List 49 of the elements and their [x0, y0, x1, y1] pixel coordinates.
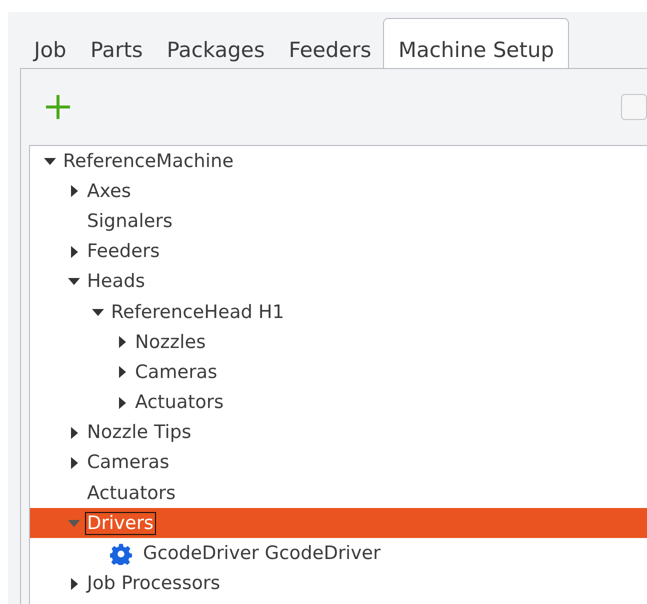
- tree-item-label: ReferenceHead H1: [110, 302, 286, 323]
- tree-row[interactable]: Feeders: [30, 236, 647, 267]
- tree-row[interactable]: Actuators: [30, 478, 647, 508]
- tree-item-label: Job Processors: [86, 573, 222, 594]
- tree-row[interactable]: Cameras: [30, 448, 647, 478]
- tree-row[interactable]: ReferenceHead H1: [30, 296, 647, 328]
- add-icon[interactable]: [45, 94, 71, 120]
- tree-item-label: Nozzle Tips: [86, 422, 192, 444]
- tab[interactable]: Job: [22, 22, 78, 68]
- tab[interactable]: Parts: [78, 22, 155, 68]
- tree-item-label: Nozzles: [134, 332, 207, 353]
- tree-item-label: Cameras: [86, 452, 170, 474]
- tree-row[interactable]: Actuators: [30, 388, 647, 418]
- tree-row[interactable]: GcodeDriver GcodeDriver: [30, 538, 647, 569]
- caret-icon[interactable]: [44, 158, 56, 165]
- caret-icon[interactable]: [118, 336, 126, 348]
- tree-item-label: Axes: [86, 180, 132, 202]
- tree-row[interactable]: Drivers: [30, 508, 647, 538]
- tree-item-label: GcodeDriver GcodeDriver: [142, 543, 382, 564]
- caret-icon[interactable]: [70, 185, 78, 198]
- caret-icon[interactable]: [118, 366, 126, 378]
- tab[interactable]: Packages: [154, 22, 277, 68]
- tree-item-label: Feeders: [86, 241, 161, 262]
- tree-row[interactable]: Signalers: [30, 206, 647, 237]
- tree-row[interactable]: ReferenceMachine: [30, 146, 647, 176]
- tree-row[interactable]: Nozzles: [30, 327, 647, 358]
- tree-row[interactable]: Job Processors: [30, 568, 647, 599]
- tab[interactable]: Machine Setup: [383, 18, 570, 68]
- tree-item-label: ReferenceMachine: [62, 150, 235, 172]
- tree-item-label: Actuators: [86, 482, 177, 504]
- caret-icon[interactable]: [118, 396, 126, 409]
- caret-icon[interactable]: [70, 456, 78, 469]
- tree-item-label: Drivers: [86, 512, 155, 534]
- tab[interactable]: Feeders: [276, 22, 384, 68]
- caret-icon[interactable]: [92, 308, 104, 316]
- tree-row[interactable]: Heads: [30, 266, 647, 297]
- caret-icon[interactable]: [70, 246, 78, 258]
- caret-icon[interactable]: [70, 578, 78, 590]
- caret-icon[interactable]: [68, 278, 80, 286]
- caret-icon[interactable]: [70, 426, 78, 439]
- tree-row[interactable]: Nozzle Tips: [30, 418, 647, 448]
- tree-item-label: Actuators: [134, 392, 225, 414]
- tree-row[interactable]: Axes: [30, 176, 647, 206]
- tree-item-label: Heads: [86, 271, 146, 292]
- checkbox[interactable]: [621, 94, 647, 120]
- tree-item-label: Signalers: [86, 210, 174, 232]
- gear-icon: [110, 542, 132, 565]
- tree-row[interactable]: Cameras: [30, 357, 647, 388]
- tree-item-label: Cameras: [134, 362, 218, 383]
